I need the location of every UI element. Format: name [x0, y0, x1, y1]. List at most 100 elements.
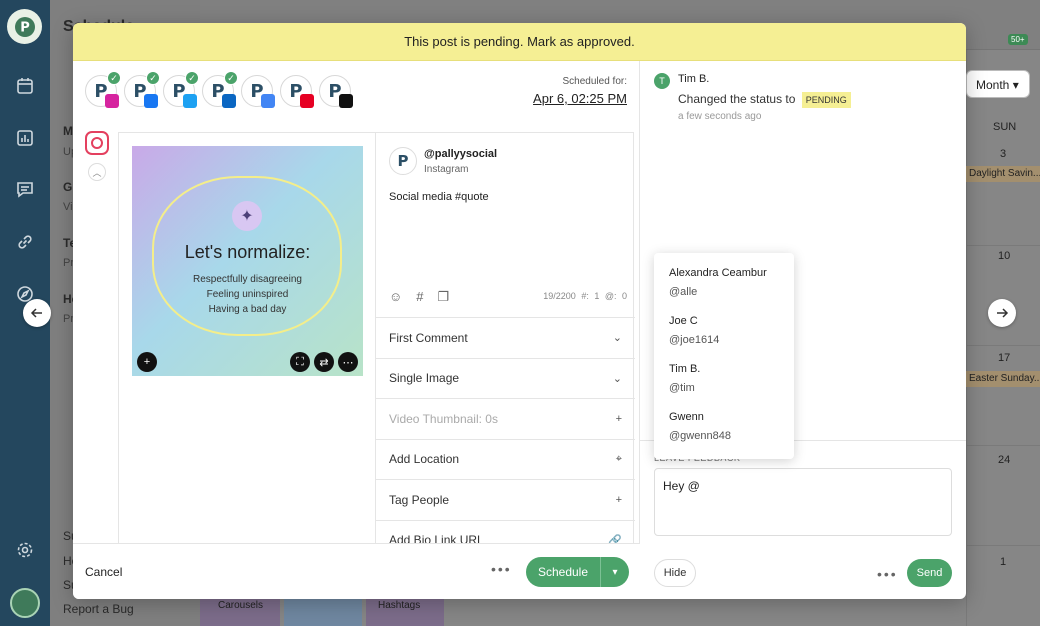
mention-handle: @alle [669, 286, 698, 298]
next-arrow-button[interactable] [988, 299, 1016, 327]
day-number: 10 [998, 250, 1011, 262]
instagram-icon [105, 94, 119, 108]
mention-item[interactable]: Gwenn @gwenn848 [654, 411, 794, 459]
check-icon: ✓ [224, 71, 238, 85]
post-image[interactable]: ✦ Let's normalize: Respectfully disagree… [132, 146, 363, 376]
analytics-icon[interactable] [13, 126, 37, 150]
notification-badge: 50+ [1008, 34, 1028, 45]
chat-icon[interactable] [13, 177, 37, 201]
caption-counts: 19/2200 #: 1 @: 0 [543, 291, 627, 301]
plus-icon[interactable]: + [616, 494, 622, 506]
mention-handle: @tim [669, 382, 695, 394]
activity-user: Tim B. [678, 73, 710, 85]
thumbnail-carousels[interactable]: Carousels [200, 596, 280, 626]
image-line: Feeling uninspired [206, 289, 289, 300]
activity-text: Changed the status to PENDING [678, 92, 851, 108]
thumbnail-hashtags[interactable]: Hashtags [366, 596, 444, 626]
emoji-icon[interactable]: ☺ [389, 289, 402, 305]
report-bug-link[interactable]: Report a Bug [63, 602, 134, 616]
option-label: Add Location [389, 452, 460, 466]
tiktok-account[interactable]: P [319, 75, 353, 108]
chevron-up-icon[interactable]: ︿ [88, 163, 106, 181]
check-icon: ✓ [185, 71, 199, 85]
copy-icon[interactable]: ❐ [438, 289, 450, 305]
feedback-input[interactable]: Hey @ [654, 468, 952, 536]
hashtag-icon[interactable]: # [416, 289, 423, 305]
more-options-icon[interactable]: ••• [491, 561, 512, 577]
schedule-datetime[interactable]: Apr 6, 02:25 PM [533, 91, 627, 106]
swap-icon[interactable]: ⇄ [314, 352, 334, 372]
schedule-button[interactable]: Schedule ▾ [526, 557, 629, 587]
composer-footer: Cancel ••• Schedule ▾ [73, 543, 640, 599]
image-title: Let's normalize: [184, 242, 311, 262]
instagram-account[interactable]: P ✓ [85, 71, 121, 108]
day-number: 24 [998, 454, 1011, 466]
post-editor-modal: This post is pending. Mark as approved. … [73, 23, 966, 599]
option-label: First Comment [389, 330, 468, 345]
settings-icon[interactable] [13, 538, 37, 562]
option-label: Tag People [389, 492, 450, 507]
account-selector: P ✓ P ✓ P ✓ P ✓ P P P [85, 71, 353, 108]
option-row[interactable]: Single Image ⌄ [376, 357, 635, 398]
more-options-icon[interactable]: ••• [877, 566, 898, 582]
mention-handle: @gwenn848 [669, 430, 731, 442]
team-avatar[interactable] [10, 588, 40, 618]
calendar-event[interactable]: Daylight Savin... [966, 166, 1040, 182]
mention-name: Joe C [669, 315, 698, 327]
add-media-button[interactable]: + [137, 352, 157, 372]
mention-item[interactable]: Joe C @joe1614 [654, 315, 794, 363]
instagram-icon[interactable] [85, 131, 109, 155]
schedule-label: Schedule [526, 557, 601, 587]
caption-tools: ☺ # ❐ [389, 289, 449, 305]
activity-time: a few seconds ago [678, 111, 762, 122]
option-label: Video Thumbnail: 0s [389, 411, 498, 426]
option-label: Single Image [389, 371, 460, 385]
calendar-icon[interactable] [13, 74, 37, 98]
mention-count: @: 0 [604, 291, 627, 301]
option-row[interactable]: Add Location ⌖ [376, 438, 635, 479]
cancel-button[interactable]: Cancel [85, 565, 122, 579]
facebook-icon [144, 94, 158, 108]
mention-item[interactable]: Tim B. @tim [654, 363, 794, 411]
fullscreen-icon[interactable]: ⛶ [290, 352, 310, 372]
pending-banner[interactable]: This post is pending. Mark as approved. [73, 23, 966, 61]
calendar-event[interactable]: Easter Sunday... [966, 371, 1040, 387]
month-label: Month [976, 78, 1010, 92]
google-account[interactable]: P [241, 75, 275, 108]
pin-icon[interactable]: ⌖ [616, 453, 622, 466]
option-row[interactable]: Tag People + [376, 479, 635, 519]
option-row[interactable]: First Comment ⌄ [376, 317, 635, 357]
day-number: 1 [1000, 556, 1007, 568]
option-row[interactable]: Video Thumbnail: 0s + [376, 398, 635, 438]
pinterest-account[interactable]: P [280, 75, 314, 108]
facebook-account[interactable]: P ✓ [124, 71, 160, 108]
hashtag-count: #: 1 [581, 291, 600, 301]
twitter-account[interactable]: P ✓ [163, 71, 199, 108]
svg-text:P: P [398, 152, 409, 170]
status-badge: PENDING [801, 92, 851, 108]
thumbnail[interactable] [284, 596, 362, 626]
char-count: 19/2200 [543, 291, 576, 301]
mention-item[interactable]: Alexandra Ceambur @alle [654, 267, 794, 315]
check-icon: ✓ [146, 71, 160, 85]
hide-button[interactable]: Hide [654, 559, 696, 587]
mention-name: Alexandra Ceambur [669, 267, 767, 279]
send-button[interactable]: Send [907, 559, 952, 587]
media-column: ✦ Let's normalize: Respectfully disagree… [119, 133, 376, 553]
more-icon[interactable]: ⋯ [338, 352, 358, 372]
linkedin-account[interactable]: P ✓ [202, 71, 238, 108]
scheduled-for: Scheduled for: Apr 6, 02:25 PM [533, 76, 627, 106]
prev-arrow-button[interactable] [23, 299, 51, 327]
chevron-down-icon[interactable]: ⌄ [613, 372, 622, 385]
link-icon[interactable] [13, 230, 37, 254]
google-business-icon [261, 94, 275, 108]
chevron-down-icon[interactable]: ▾ [601, 567, 629, 578]
profile-handle: @pallyysocial [424, 148, 498, 160]
mention-handle: @joe1614 [669, 334, 720, 346]
pallyy-logo[interactable]: P [7, 9, 42, 44]
plus-icon[interactable]: + [616, 413, 622, 425]
caption-text[interactable]: Social media #quote [389, 191, 489, 203]
chevron-down-icon[interactable]: ⌄ [613, 331, 622, 344]
check-icon: ✓ [107, 71, 121, 85]
month-dropdown[interactable]: Month ▾ [966, 70, 1030, 98]
